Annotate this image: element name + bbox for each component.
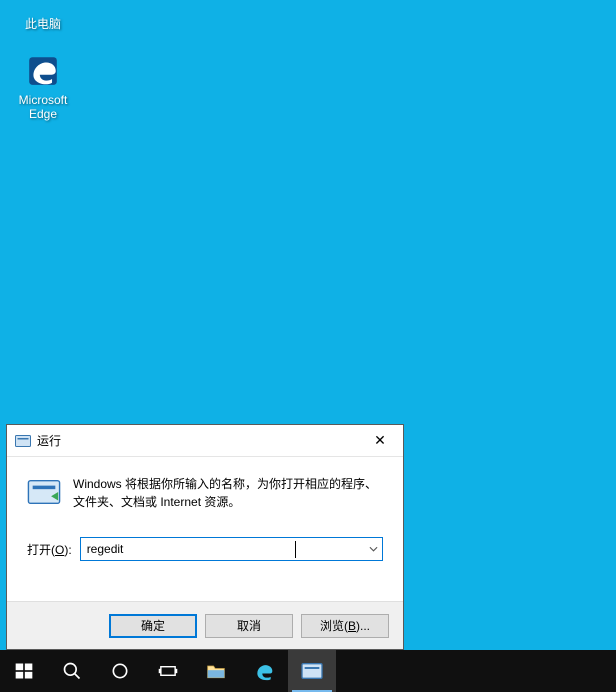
dialog-description: Windows 将根据你所输入的名称，为你打开相应的程序、文件夹、文档或 Int… (73, 475, 383, 511)
folder-icon (206, 661, 226, 681)
dropdown-button[interactable] (364, 538, 382, 560)
dialog-title: 运行 (37, 432, 357, 449)
run-taskbar-icon (301, 663, 323, 679)
cortana-button[interactable] (96, 650, 144, 692)
browse-label: 浏览(B)... (320, 617, 370, 634)
this-pc-label: 此电脑 (25, 18, 61, 32)
cortana-icon (110, 661, 130, 681)
windows-icon (14, 661, 34, 681)
run-app-icon (15, 433, 31, 449)
desktop[interactable]: 此电脑 Microsoft Edge 运行 ✕ (0, 0, 616, 692)
taskbar-explorer[interactable] (192, 650, 240, 692)
edge-label: Microsoft Edge (19, 94, 68, 122)
run-dialog: 运行 ✕ Windows 将根据你所输入的名称，为你打开相应的程序、文件夹、文档… (6, 424, 404, 650)
search-icon (62, 661, 82, 681)
start-button[interactable] (0, 650, 48, 692)
close-button[interactable]: ✕ (357, 425, 403, 456)
ok-button[interactable]: 确定 (109, 614, 197, 638)
search-button[interactable] (48, 650, 96, 692)
dialog-buttons: 确定 取消 浏览(B)... (7, 601, 403, 649)
taskbar-edge[interactable] (240, 650, 288, 692)
browse-button[interactable]: 浏览(B)... (301, 614, 389, 638)
open-combobox[interactable] (80, 537, 383, 561)
chevron-down-icon (369, 546, 378, 552)
close-icon: ✕ (374, 432, 386, 449)
edge-taskbar-icon (254, 661, 274, 681)
desktop-icon-edge[interactable]: Microsoft Edge (6, 50, 80, 122)
taskbar-run[interactable] (288, 650, 336, 692)
desktop-icon-this-pc[interactable]: 此电脑 (6, 4, 80, 32)
dialog-body: Windows 将根据你所输入的名称，为你打开相应的程序、文件夹、文档或 Int… (7, 457, 403, 601)
edge-icon (22, 50, 64, 92)
run-large-icon (27, 475, 61, 509)
title-bar[interactable]: 运行 ✕ (7, 425, 403, 457)
open-label: 打开(O): (27, 541, 72, 558)
task-view-button[interactable] (144, 650, 192, 692)
cancel-button[interactable]: 取消 (205, 614, 293, 638)
task-view-icon (158, 661, 178, 681)
taskbar (0, 650, 616, 692)
open-input[interactable] (81, 538, 364, 560)
